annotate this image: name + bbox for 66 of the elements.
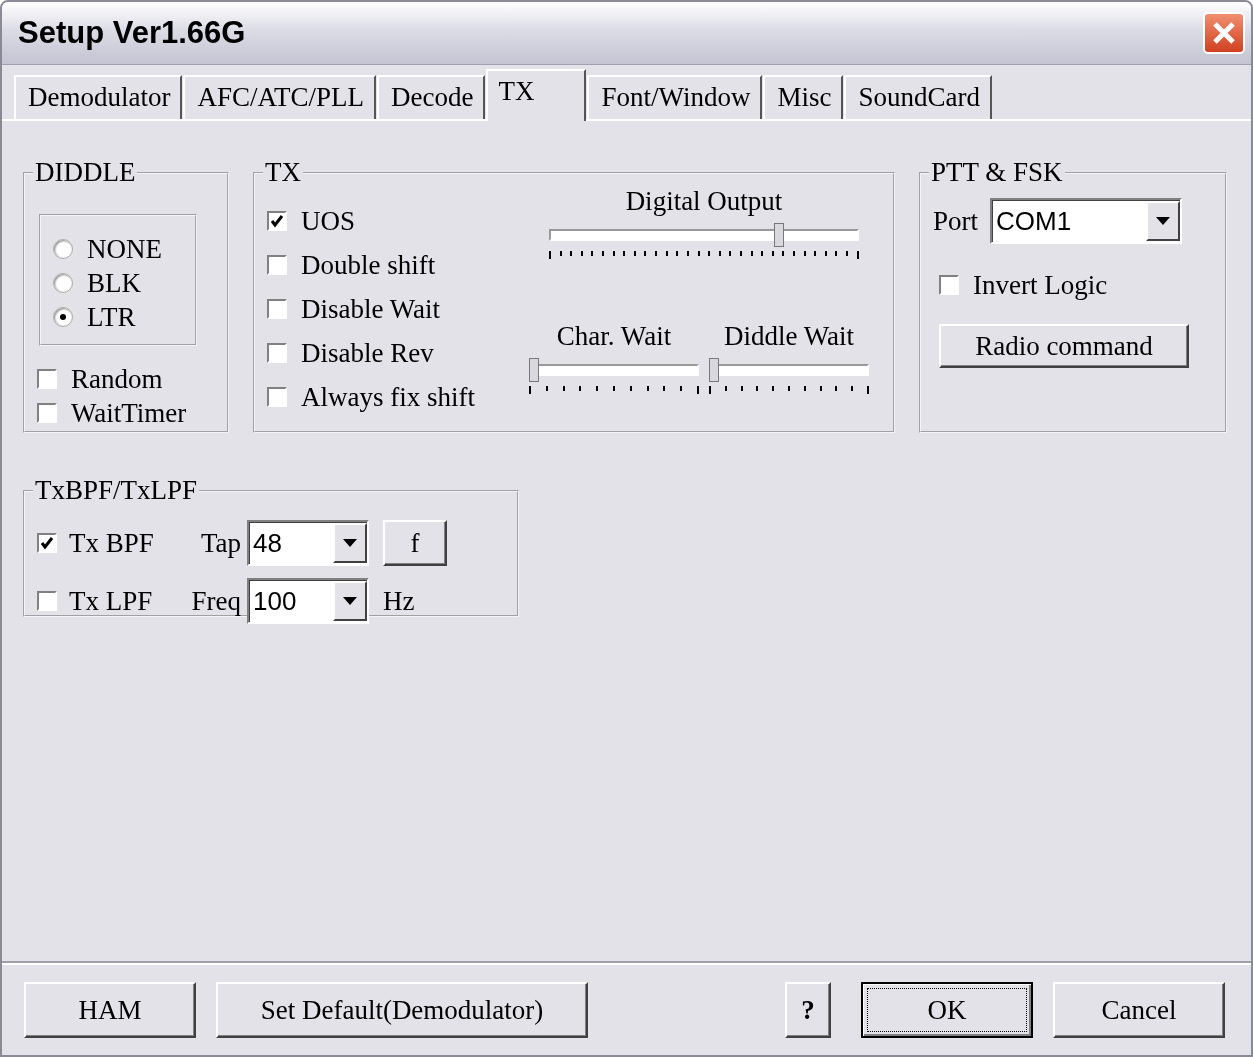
tab[interactable]: Demodulator bbox=[14, 75, 183, 119]
slider-label: Diddle Wait bbox=[723, 320, 855, 352]
field-label: Freq bbox=[190, 585, 241, 617]
dropdown-field[interactable]: COM1 bbox=[990, 198, 1182, 244]
group-title: PTT & FSK bbox=[930, 157, 1064, 188]
checkbox-label: Tx LPF bbox=[69, 585, 153, 617]
filter-button[interactable]: f bbox=[383, 520, 447, 566]
radio-button[interactable] bbox=[53, 239, 73, 259]
dropdown-field[interactable]: 100 bbox=[247, 578, 369, 624]
checkbox[interactable] bbox=[37, 403, 57, 423]
dialog-button[interactable]: HAM bbox=[24, 982, 196, 1038]
field-label: Port bbox=[933, 205, 978, 237]
close-icon bbox=[1212, 21, 1236, 45]
slider-thumb[interactable] bbox=[529, 357, 539, 382]
group-title: TX bbox=[264, 157, 302, 188]
slider-track[interactable] bbox=[529, 357, 699, 382]
unit-label: Hz bbox=[383, 585, 415, 617]
tab[interactable]: AFC/ATC/PLL bbox=[183, 75, 376, 119]
checkbox-label: WaitTimer bbox=[71, 397, 187, 430]
checkbox[interactable] bbox=[267, 343, 287, 363]
checkbox[interactable] bbox=[267, 299, 287, 319]
radio-button[interactable] bbox=[53, 273, 73, 293]
checkbox-label: Disable Rev bbox=[301, 337, 434, 370]
tab[interactable]: Misc bbox=[763, 75, 844, 119]
dialog-button[interactable]: OK bbox=[861, 982, 1033, 1038]
radio-button[interactable] bbox=[53, 307, 73, 327]
dropdown-arrow-icon bbox=[343, 539, 357, 547]
checkbox[interactable] bbox=[267, 255, 287, 275]
checkbox-label: Tx BPF bbox=[69, 527, 154, 559]
tab[interactable]: Decode bbox=[377, 75, 486, 119]
tab[interactable]: TX bbox=[486, 69, 587, 121]
checkbox[interactable] bbox=[37, 591, 57, 611]
tab[interactable]: Font/Window bbox=[587, 75, 763, 119]
tab[interactable]: SoundCard bbox=[844, 75, 992, 119]
checkbox[interactable] bbox=[939, 275, 959, 295]
checkbox[interactable] bbox=[37, 533, 57, 553]
checkbox-label: UOS bbox=[301, 205, 355, 238]
dialog-button[interactable]: Cancel bbox=[1053, 982, 1225, 1038]
dialog-button[interactable]: Set Default(Demodulator) bbox=[216, 982, 588, 1038]
checkbox-label: Double shift bbox=[301, 249, 436, 282]
group-title: TxBPF/TxLPF bbox=[34, 475, 199, 506]
radio-label: BLK bbox=[87, 267, 141, 300]
slider-label: Digital Output bbox=[625, 186, 783, 217]
dialog-button[interactable]: ? bbox=[785, 982, 831, 1038]
dropdown-arrow-icon bbox=[1156, 217, 1170, 225]
dropdown-field[interactable]: 48 bbox=[247, 520, 369, 566]
group-title: DIDDLE bbox=[34, 157, 137, 188]
dropdown-arrow-icon bbox=[343, 597, 357, 605]
radio-command-button[interactable]: Radio command bbox=[939, 324, 1189, 368]
slider-thumb[interactable] bbox=[709, 357, 719, 382]
field-label: Tap bbox=[199, 527, 241, 559]
checkbox[interactable] bbox=[267, 211, 287, 231]
radio-label: NONE bbox=[87, 233, 162, 266]
checkbox-label: Always fix shift bbox=[301, 381, 475, 414]
slider-thumb[interactable] bbox=[774, 223, 784, 247]
slider-track[interactable] bbox=[549, 223, 859, 247]
checkbox-label: Invert Logic bbox=[973, 269, 1108, 302]
radio-label: LTR bbox=[87, 301, 136, 334]
slider-track[interactable] bbox=[709, 357, 869, 382]
checkbox[interactable] bbox=[267, 387, 287, 407]
close-button[interactable] bbox=[1203, 12, 1245, 54]
checkbox[interactable] bbox=[37, 369, 57, 389]
window-title: Setup Ver1.66G bbox=[18, 15, 246, 51]
checkbox-label: Random bbox=[71, 363, 163, 396]
slider-label: Char. Wait bbox=[556, 320, 672, 352]
checkbox-label: Disable Wait bbox=[301, 293, 441, 326]
